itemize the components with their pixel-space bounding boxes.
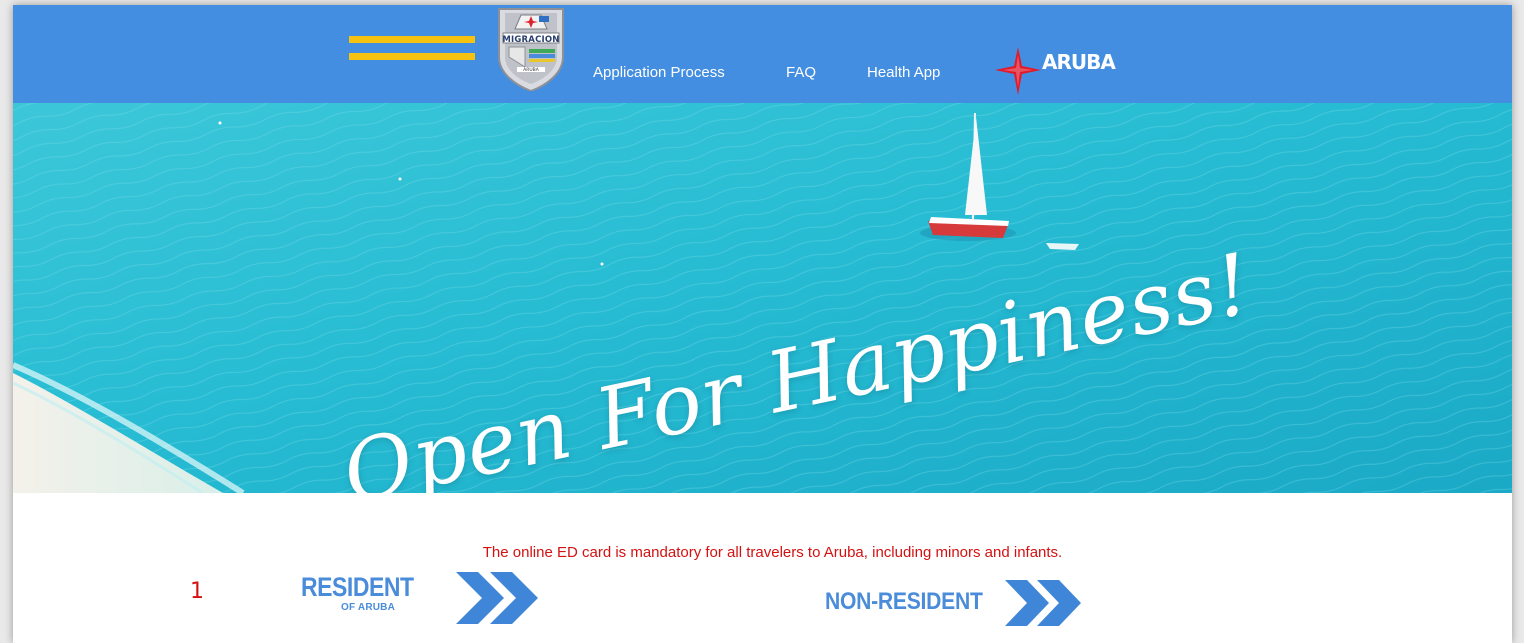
- aruba-brand-logo[interactable]: ARUBA: [995, 47, 1125, 95]
- hamburger-menu-bar: [349, 53, 475, 60]
- non-resident-button[interactable]: NON-RESIDENT: [825, 580, 1125, 630]
- chevron-double-right-icon: [1005, 580, 1081, 626]
- compass-star-icon: [995, 47, 1041, 95]
- logo-subtext: ARUBA: [523, 68, 539, 73]
- aruba-wordmark: ARUBA: [1042, 50, 1116, 74]
- hamburger-menu-icon: [349, 36, 475, 43]
- annotation-number: 1: [190, 579, 204, 604]
- non-resident-label: NON-RESIDENT: [825, 588, 983, 615]
- ed-card-notice: The online ED card is mandatory for all …: [482, 544, 1063, 561]
- top-navigation-bar: MIGRACION ARUBA Application Process FAQ …: [13, 5, 1512, 103]
- nav-link-faq[interactable]: FAQ: [786, 64, 816, 82]
- browser-page: MIGRACION ARUBA Application Process FAQ …: [13, 5, 1512, 643]
- shield-icon: [498, 8, 564, 93]
- nav-link-health-app[interactable]: Health App: [867, 64, 940, 82]
- chevron-double-right-icon: [456, 572, 538, 624]
- hamburger-menu-button[interactable]: [349, 34, 475, 64]
- logo-text: MIGRACION: [502, 35, 560, 45]
- resident-label: RESIDENT: [301, 572, 414, 602]
- nav-link-application-process[interactable]: Application Process: [593, 64, 725, 82]
- resident-sublabel: OF ARUBA: [341, 602, 396, 613]
- hero-banner: Open For Happiness!: [13, 103, 1512, 493]
- resident-of-aruba-button[interactable]: RESIDENT OF ARUBA: [301, 572, 551, 632]
- migracion-logo[interactable]: MIGRACION ARUBA: [495, 5, 567, 93]
